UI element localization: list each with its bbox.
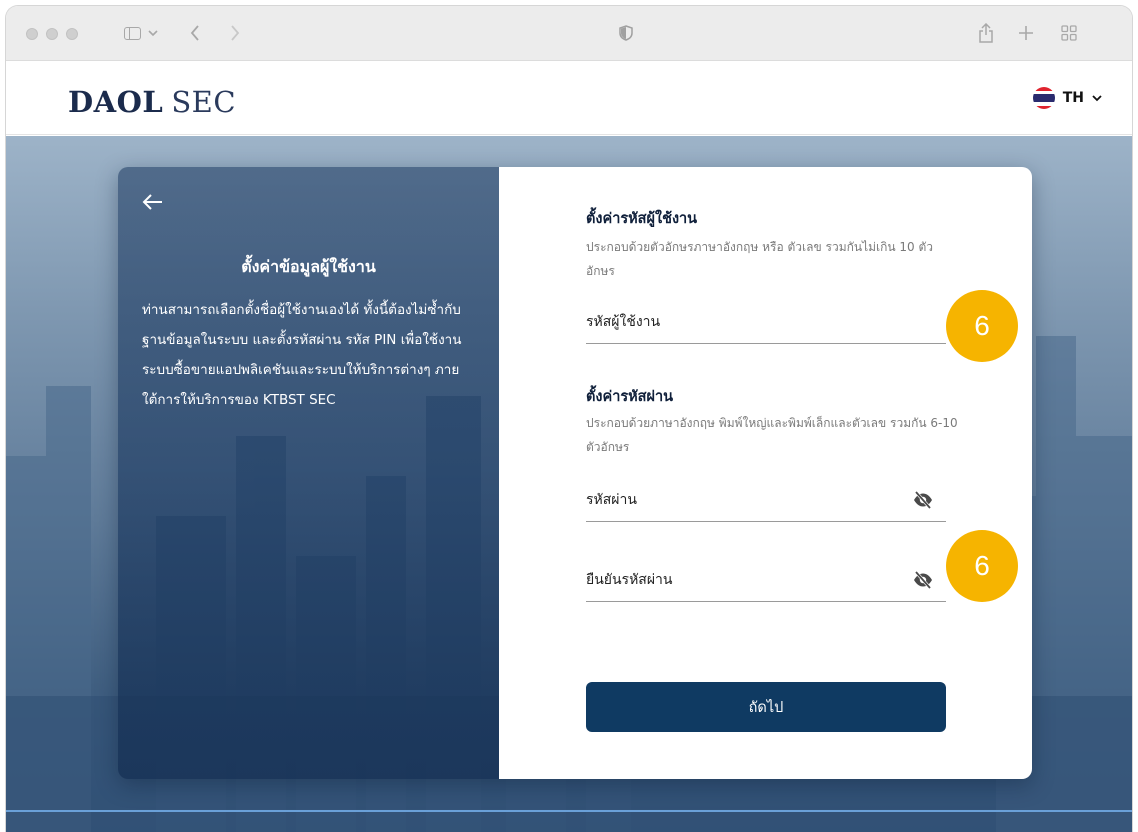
- chevron-right-icon[interactable]: [226, 20, 244, 46]
- browser-toolbar: [6, 6, 1132, 61]
- plus-icon[interactable]: [1016, 20, 1036, 46]
- thai-flag-icon: [1032, 87, 1055, 109]
- info-panel-title: ตั้งค่าข้อมูลผู้ใช้งาน: [241, 257, 376, 276]
- username-field[interactable]: [586, 304, 946, 344]
- username-input[interactable]: [586, 308, 886, 336]
- sidebar-icon[interactable]: [120, 20, 144, 46]
- info-panel-description: ท่านสามารถเลือกตั้งชื่อผู้ใช้งานเองได้ ท…: [142, 302, 462, 408]
- browser-window: DAOL SEC TH ตั้งค่าข้อมูลผู้ใช้งาน ท่านส…: [6, 6, 1132, 832]
- close-window-button[interactable]: [26, 28, 38, 40]
- setup-card: ตั้งค่าข้อมูลผู้ใช้งาน ท่านสามารถเลือกตั…: [118, 167, 1032, 779]
- daol-sec-logo[interactable]: DAOL SEC: [68, 85, 236, 119]
- username-section-hint: ประกอบด้วยตัวอักษรภาษาอังกฤษ หรือ ตัวเลข…: [586, 240, 934, 278]
- language-label: TH: [1062, 90, 1084, 106]
- next-button[interactable]: ถัดไป: [586, 682, 946, 732]
- password-section-title: ตั้งค่ารหัสผ่าน: [586, 389, 674, 405]
- logo-light-text: SEC: [171, 85, 237, 119]
- chevron-down-icon: [1092, 94, 1102, 101]
- chevron-down-icon[interactable]: [147, 20, 159, 46]
- confirm-password-input[interactable]: [586, 566, 886, 594]
- username-section-title: ตั้งค่ารหัสผู้ใช้งาน: [586, 211, 698, 227]
- confirm-password-field[interactable]: [586, 562, 946, 602]
- eye-slash-icon[interactable]: [912, 490, 934, 510]
- site-header: DAOL SEC TH: [6, 61, 1132, 135]
- credentials-form: ตั้งค่ารหัสผู้ใช้งาน ประกอบด้วยตัวอักษรภ…: [499, 167, 1032, 779]
- password-section-hint: ประกอบด้วยภาษาอังกฤษ พิมพ์ใหญ่และพิมพ์เล…: [586, 416, 958, 454]
- share-icon[interactable]: [976, 20, 996, 46]
- logo-bold-text: DAOL: [68, 85, 164, 119]
- password-input[interactable]: [586, 486, 886, 514]
- shield-icon[interactable]: [616, 20, 636, 46]
- info-panel: ตั้งค่าข้อมูลผู้ใช้งาน ท่านสามารถเลือกตั…: [118, 167, 499, 779]
- step-badge: 6: [946, 290, 1018, 362]
- password-field[interactable]: [586, 482, 946, 522]
- language-selector[interactable]: TH: [1032, 87, 1102, 109]
- chevron-left-icon[interactable]: [186, 20, 204, 46]
- zoom-window-button[interactable]: [66, 28, 78, 40]
- step-badge: 6: [946, 530, 1018, 602]
- divider-line: [6, 810, 1132, 812]
- grid-icon[interactable]: [1058, 20, 1080, 46]
- back-arrow-icon[interactable]: [140, 189, 166, 215]
- minimize-window-button[interactable]: [46, 28, 58, 40]
- window-controls: [26, 28, 78, 40]
- eye-slash-icon[interactable]: [912, 570, 934, 590]
